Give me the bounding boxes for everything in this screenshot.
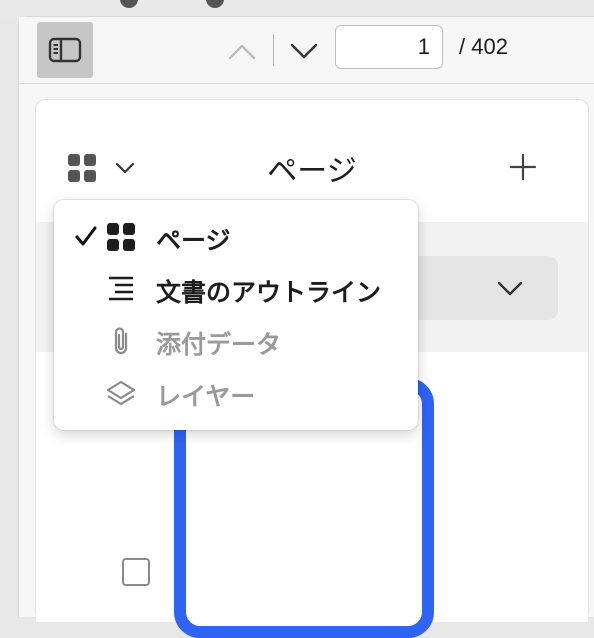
sidebar-toggle-button[interactable] [37, 22, 93, 78]
menu-item-label: 添付データ [156, 330, 282, 359]
menu-item-pages[interactable]: ページ [54, 210, 418, 262]
chevron-down-icon [497, 281, 523, 296]
tab-dot [120, 0, 138, 8]
menu-item-outline[interactable]: 文書のアウトライン [54, 262, 418, 314]
menu-item-label: ページ [156, 226, 231, 255]
tab-dot [206, 0, 224, 8]
page-total-label: / 402 [459, 34, 508, 59]
menu-item-layers[interactable]: レイヤー [54, 366, 418, 418]
paperclip-icon [114, 327, 128, 355]
nav-divider [273, 34, 274, 66]
page-number-input[interactable]: 1 [335, 25, 443, 69]
menu-item-label: 文書のアウトライン [156, 278, 382, 307]
next-page-button[interactable] [289, 39, 319, 63]
panel-title: ページ [267, 154, 357, 189]
add-icon[interactable] [508, 152, 538, 182]
list-icon [109, 276, 133, 301]
menu-item-label: レイヤー [156, 382, 256, 411]
layers-icon [106, 380, 136, 406]
view-mode-menu: ページ 文書のアウトライン 添付データ レイヤー [54, 200, 418, 430]
checkmark-icon [75, 226, 97, 246]
previous-page-button[interactable] [227, 39, 257, 63]
menu-item-attachments[interactable]: 添付データ [54, 314, 418, 366]
grid-icon [107, 223, 135, 251]
sidebar-toggle-icon [48, 37, 82, 63]
toolbar: 1 / 402 [19, 17, 594, 84]
thumbnail-checkbox[interactable] [122, 558, 150, 586]
